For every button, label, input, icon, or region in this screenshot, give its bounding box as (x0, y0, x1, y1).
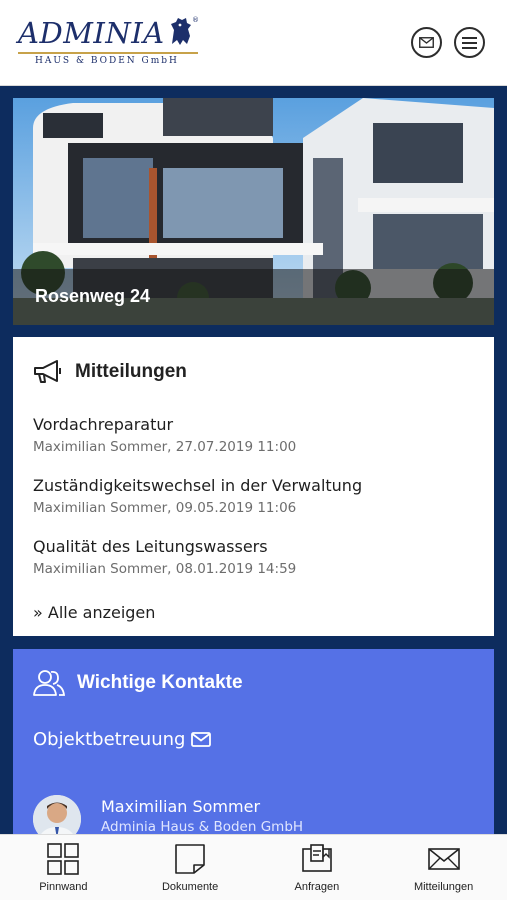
announcement-title: Zuständigkeitswechsel in der Verwaltung (33, 476, 363, 495)
logo-wordmark: ADMINIA (18, 16, 165, 50)
nav-item-mitteilungen[interactable]: Mitteilungen (380, 835, 507, 900)
announcement-title: Qualität des Leitungswassers (33, 537, 268, 556)
announcement-meta: Maximilian Sommer, 08.01.2019 14:59 (33, 561, 297, 577)
nav-item-pinnwand[interactable]: Pinnwand (0, 835, 127, 900)
announcement-meta: Maximilian Sommer, 27.07.2019 11:00 (33, 439, 297, 455)
contact-role: Objektbetreuung (33, 729, 186, 750)
logo-rule (18, 52, 198, 54)
envelope-icon (427, 848, 460, 870)
announcements-card: Mitteilungen Vordachreparatur Maximilian… (13, 337, 494, 636)
bottom-navigation: Pinnwand Dokumente Anfragen Mitteilungen (0, 834, 507, 900)
menu-button[interactable] (454, 27, 485, 58)
contacts-card: Wichtige Kontakte Objektbetreuung Maximi… (13, 649, 494, 834)
contact-name: Maximilian Sommer (101, 797, 261, 816)
lion-crest-icon (171, 18, 191, 45)
adminia-logo[interactable]: ADMINIA ® HAUS & BODEN GmbH (18, 16, 208, 72)
hamburger-menu-icon (462, 36, 477, 49)
announcements-header: Mitteilungen (33, 357, 187, 387)
contacts-header: Wichtige Kontakte (33, 669, 243, 697)
property-title: Rosenweg 24 (35, 286, 151, 306)
announcement-item[interactable]: Vordachreparatur Maximilian Sommer, 27.0… (33, 415, 473, 455)
announcement-meta: Maximilian Sommer, 09.05.2019 11:06 (33, 500, 297, 516)
grid-icon (47, 843, 80, 875)
nav-label: Anfragen (294, 881, 340, 893)
registered-mark: ® (192, 16, 199, 24)
contact-person[interactable]: Maximilian Sommer Adminia Haus & Boden G… (33, 795, 473, 834)
nav-item-anfragen[interactable]: Anfragen (254, 835, 381, 900)
announcement-title: Vordachreparatur (33, 415, 174, 434)
contacts-title: Wichtige Kontakte (77, 672, 243, 693)
property-management-contact[interactable]: Objektbetreuung (33, 729, 212, 750)
nav-label: Pinnwand (39, 881, 88, 893)
envelope-icon (191, 732, 212, 747)
app-header: ADMINIA ® HAUS & BODEN GmbH (0, 0, 507, 86)
dashboard-content: Rosenweg 24 Mitteilungen Vordachreparatu… (0, 86, 507, 834)
document-icon (175, 844, 205, 874)
messages-button[interactable] (411, 27, 442, 58)
show-all-link[interactable]: » Alle anzeigen (33, 603, 155, 622)
megaphone-icon (34, 360, 61, 383)
users-icon (33, 670, 65, 696)
contact-company: Adminia Haus & Boden GmbH (101, 819, 304, 834)
property-hero[interactable]: Rosenweg 24 (13, 98, 494, 325)
announcements-title: Mitteilungen (75, 361, 187, 382)
avatar (33, 795, 81, 834)
logo-subtitle: HAUS & BODEN GmbH (35, 56, 179, 66)
announcement-item[interactable]: Zuständigkeitswechsel in der Verwaltung … (33, 476, 473, 516)
announcement-item[interactable]: Qualität des Leitungswassers Maximilian … (33, 537, 473, 577)
requests-icon (302, 844, 332, 872)
nav-label: Dokumente (161, 881, 219, 893)
nav-item-dokumente[interactable]: Dokumente (127, 835, 254, 900)
nav-label: Mitteilungen (413, 881, 474, 893)
envelope-icon (419, 37, 434, 48)
